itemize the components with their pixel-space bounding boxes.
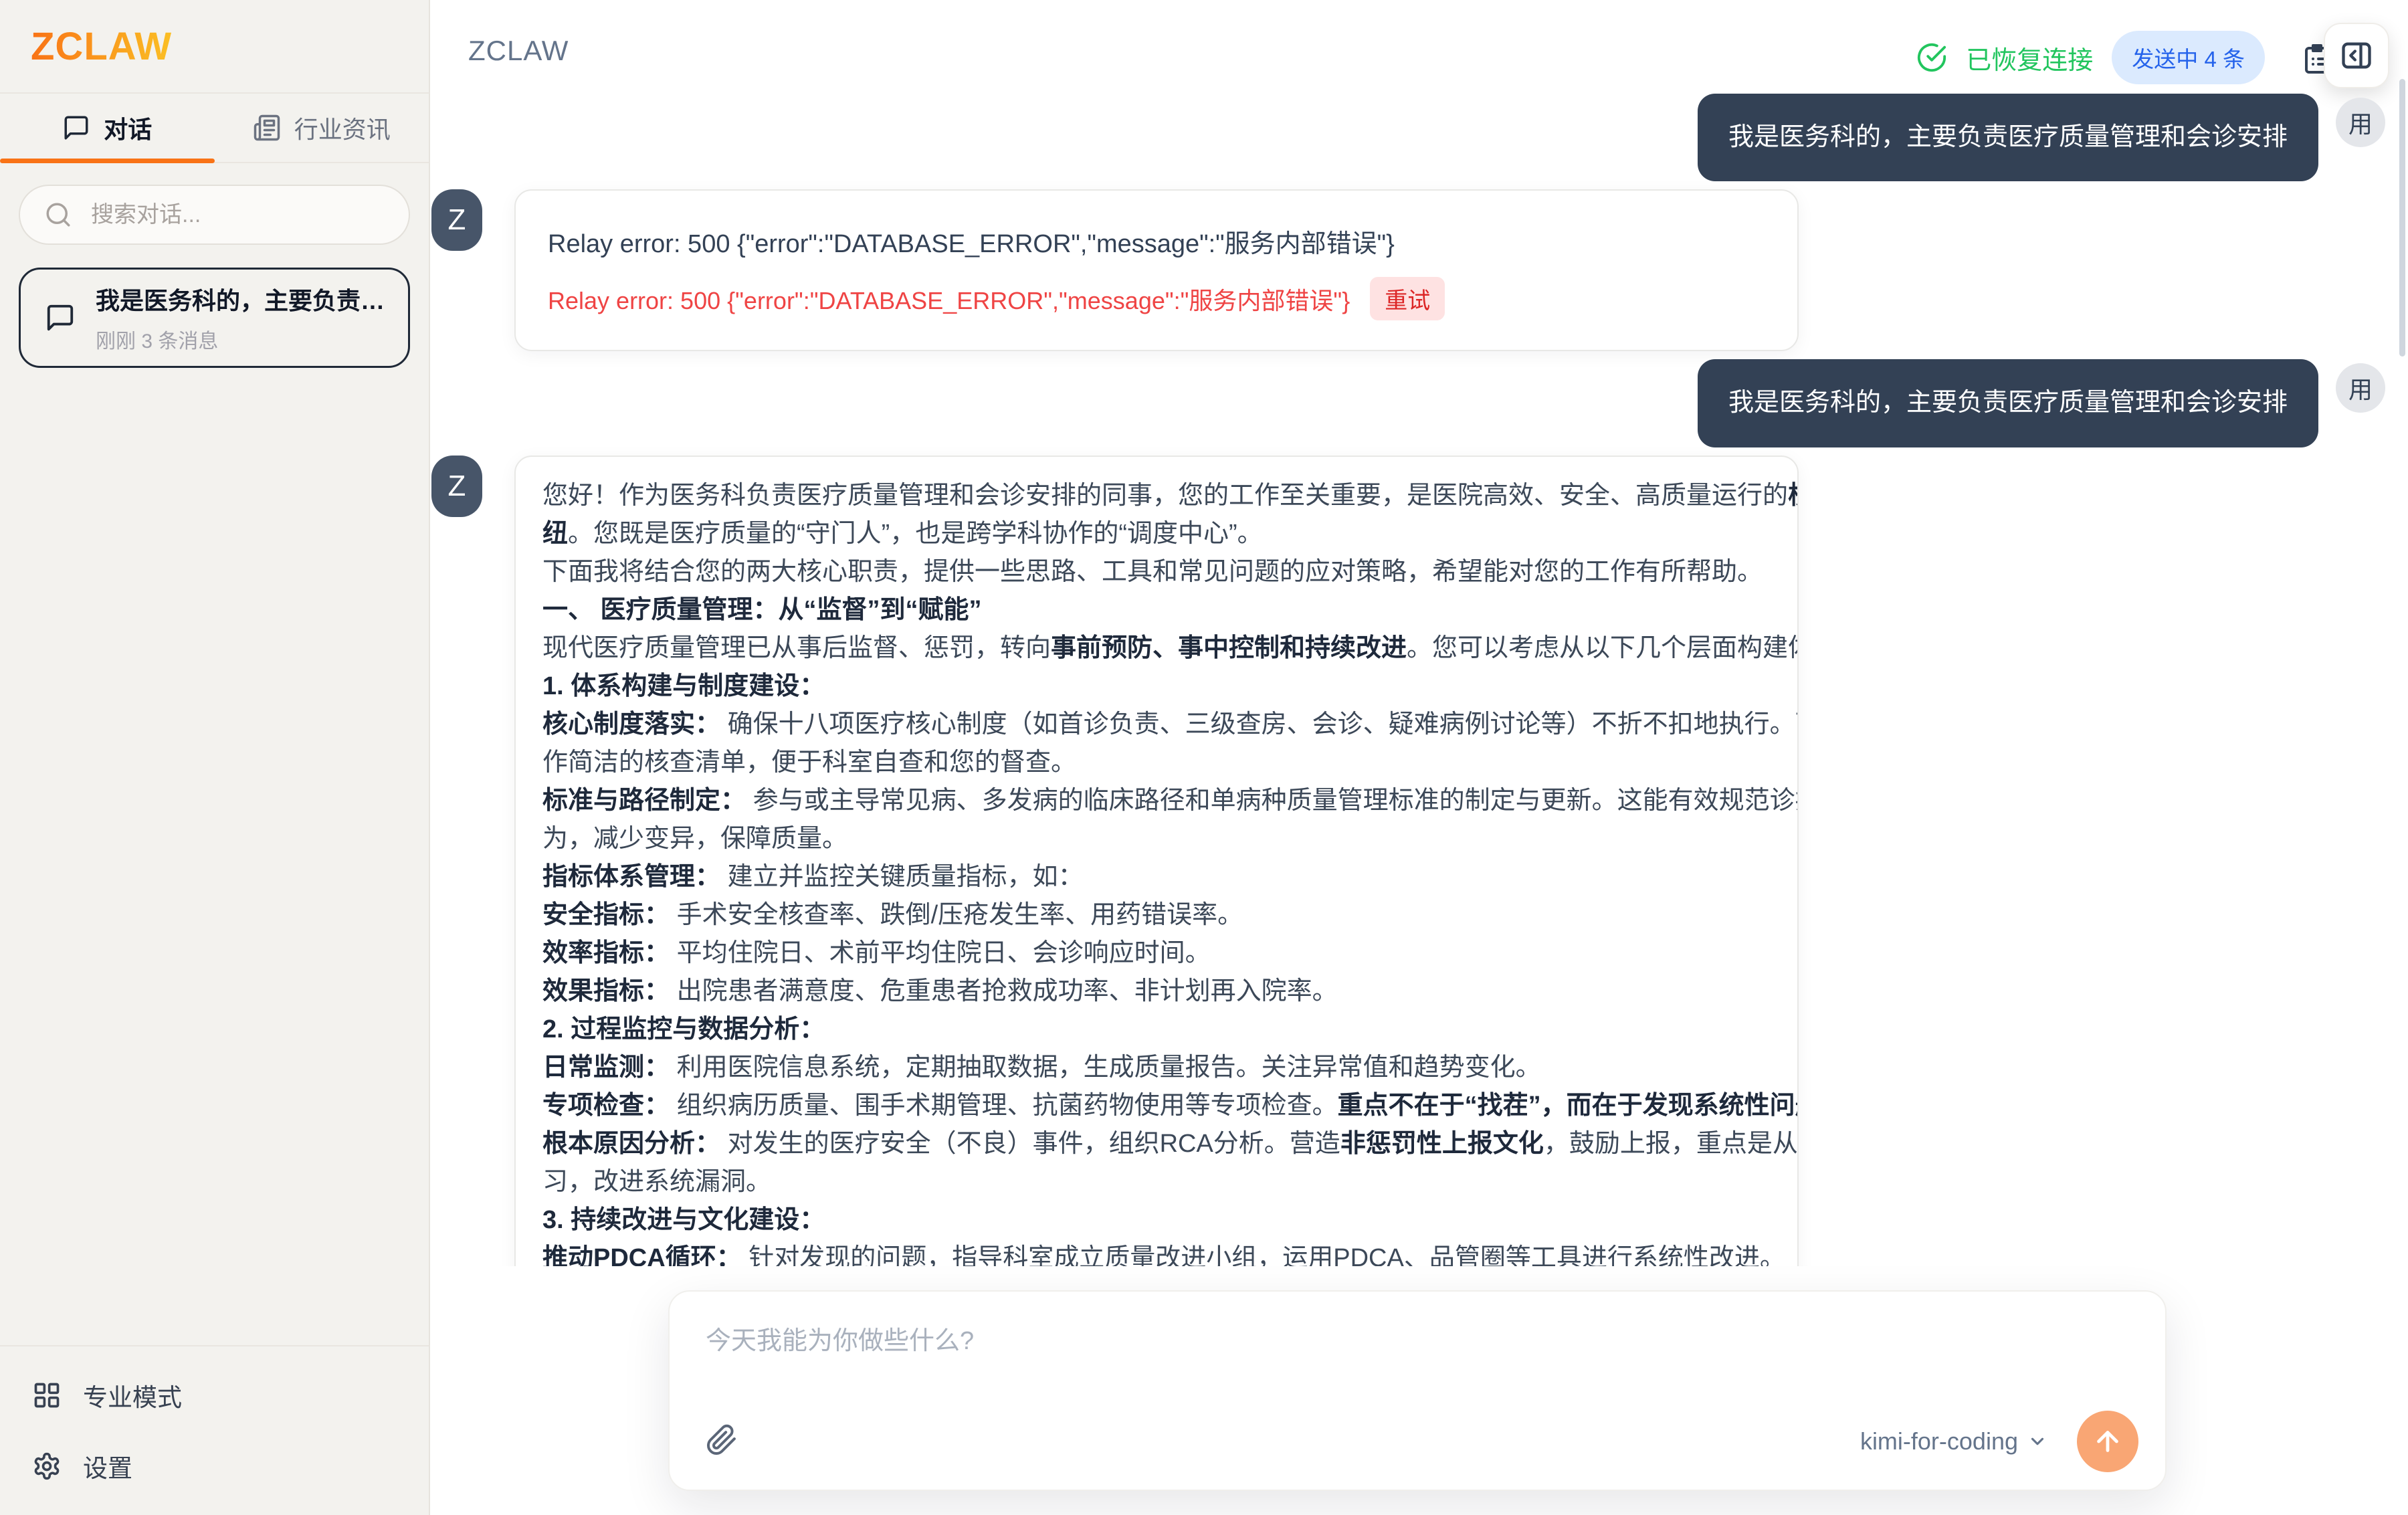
grid-icon — [32, 1381, 62, 1410]
user-message-row: 我是医务科的，主要负责医疗质量管理和会诊安排用 — [431, 359, 2408, 447]
model-selector[interactable]: kimi-for-coding — [1860, 1427, 2047, 1455]
user-message-bubble: 我是医务科的，主要负责医疗质量管理和会诊安排 — [1698, 359, 2318, 447]
message-line: 日常监测： 利用医院信息系统，定期抽取数据，生成质量报告。关注异常值和趋势变化。 — [542, 1049, 1771, 1087]
sidebar-item-settings[interactable]: 设置 — [32, 1448, 397, 1484]
search-icon — [44, 201, 72, 229]
scrollbar-thumb[interactable] — [2399, 79, 2405, 357]
chat-bubble-icon — [45, 302, 76, 333]
app-window: ZCLAW 对话 行业资讯 我是医务科的，主要负责医... 刚刚 3 条消息 — [0, 0, 2408, 1515]
user-avatar: 用 — [2336, 363, 2385, 413]
message-input[interactable] — [706, 1320, 1843, 1392]
assistant-avatar: Z — [431, 456, 482, 517]
sidebar-footer: 专业模式 设置 — [0, 1345, 429, 1515]
retry-button[interactable]: 重试 — [1370, 277, 1445, 320]
assistant-message-card: 您好！作为医务科负责医疗质量管理和会诊安排的同事，您的工作至关重要，是医院高效、… — [514, 456, 1799, 1266]
message-line: 下面我将结合您的两大核心职责，提供一些思路、工具和常见问题的应对策略，希望能对您… — [542, 553, 1771, 591]
message-line: 纽。您既是医疗质量的“守门人”，也是跨学科协作的“调度中心”。 — [542, 515, 1771, 553]
assistant-error-card: Relay error: 500 {"error":"DATABASE_ERRO… — [514, 189, 1799, 351]
conversation-list-item[interactable]: 我是医务科的，主要负责医... 刚刚 3 条消息 — [19, 268, 410, 368]
tab-conversations[interactable]: 对话 — [0, 94, 215, 162]
conversation-title: 我是医务科的，主要负责医... — [96, 282, 390, 316]
user-message-bubble: 我是医务科的，主要负责医疗质量管理和会诊安排 — [1698, 94, 2318, 181]
search-wrap — [19, 185, 410, 245]
composer: kimi-for-coding — [668, 1290, 2167, 1491]
arrow-up-icon — [2092, 1426, 2123, 1457]
message-line: 推动PDCA循环： 针对发现的问题，指导科室成立质量改进小组，运用PDCA、品管… — [542, 1239, 1771, 1266]
tab-label: 对话 — [104, 110, 152, 145]
message-line: 指标体系管理： 建立并监控关键质量指标，如： — [542, 858, 1771, 896]
message-line: 效率指标： 平均住院日、术前平均住院日、会诊响应时间。 — [542, 934, 1771, 973]
chat-bubble-icon — [62, 114, 90, 142]
assistant-message-row: Z 您好！作为医务科负责医疗质量管理和会诊安排的同事，您的工作至关重要，是医院高效… — [431, 456, 2408, 1266]
active-tab-underline — [0, 159, 215, 163]
message-line: 您好！作为医务科负责医疗质量管理和会诊安排的同事，您的工作至关重要，是医院高效、… — [542, 477, 1771, 515]
message-line: 核心制度落实： 确保十八项医疗核心制度（如首诊负责、三级查房、会诊、疑难病例讨论… — [542, 706, 1771, 744]
message-line: 3. 持续改进与文化建设： — [542, 1201, 1771, 1239]
message-line: 1. 体系构建与制度建设： — [542, 668, 1771, 706]
error-detail-row: Relay error: 500 {"error":"DATABASE_ERRO… — [548, 277, 1765, 320]
sidebar: ZCLAW 对话 行业资讯 我是医务科的，主要负责医... 刚刚 3 条消息 — [0, 0, 430, 1515]
conversation-meta: 刚刚 3 条消息 — [96, 324, 390, 354]
search-input[interactable] — [19, 185, 410, 245]
error-detail-text: Relay error: 500 {"error":"DATABASE_ERRO… — [548, 282, 1350, 316]
message-line: 标准与路径制定： 参与或主导常见病、多发病的临床路径和单病种质量管理标准的制定与… — [542, 782, 1771, 820]
assistant-avatar: Z — [431, 189, 482, 251]
tab-label: 行业资讯 — [294, 110, 391, 145]
sidebar-item-label: 专业模式 — [83, 1377, 182, 1413]
message-line: 根本原因分析： 对发生的医疗安全（不良）事件，组织RCA分析。营造非惩罚性上报文… — [542, 1125, 1771, 1163]
send-button[interactable] — [2077, 1411, 2138, 1472]
sidebar-item-pro-mode[interactable]: 专业模式 — [32, 1377, 397, 1413]
message-line: 安全指标： 手术安全核查率、跌倒/压疮发生率、用药错误率。 — [542, 896, 1771, 934]
message-line: 一、 医疗质量管理：从“监督”到“赋能” — [542, 591, 1771, 629]
message-line: 习，改进系统漏洞。 — [542, 1163, 1771, 1201]
message-line: 作简洁的核查清单，便于科室自查和您的督查。 — [542, 744, 1771, 782]
app-logo: ZCLAW — [31, 24, 172, 69]
newspaper-icon — [253, 114, 281, 142]
message-line: 为，减少变异，保障质量。 — [542, 820, 1771, 858]
message-list: 我是医务科的，主要负责医疗质量管理和会诊安排用ZRelay error: 500… — [431, 0, 2408, 1266]
user-avatar: 用 — [2336, 98, 2385, 147]
attach-file-button[interactable] — [706, 1424, 740, 1459]
chevron-down-icon — [2027, 1431, 2047, 1451]
paperclip-icon — [706, 1424, 738, 1456]
model-name: kimi-for-coding — [1860, 1427, 2018, 1455]
composer-toolbar: kimi-for-coding — [706, 1411, 2138, 1472]
user-message-row: 我是医务科的，主要负责医疗质量管理和会诊安排用 — [431, 94, 2408, 181]
sidebar-item-label: 设置 — [83, 1448, 132, 1484]
message-line: 2. 过程监控与数据分析： — [542, 1011, 1771, 1049]
message-line: 现代医疗质量管理已从事后监督、惩罚，转向事前预防、事中控制和持续改进。您可以考虑… — [542, 629, 1771, 668]
logo-block: ZCLAW — [0, 0, 429, 94]
error-message-text: Relay error: 500 {"error":"DATABASE_ERRO… — [548, 223, 1765, 260]
message-line: 专项检查： 组织病历质量、围手术期管理、抗菌药物使用等专项检查。重点不在于“找茬… — [542, 1087, 1771, 1125]
gear-icon — [32, 1451, 62, 1481]
tab-industry-news[interactable]: 行业资讯 — [215, 94, 429, 162]
message-line: 效果指标： 出院患者满意度、危重患者抢救成功率、非计划再入院率。 — [542, 973, 1771, 1011]
assistant-message-row: Z Relay error: 500 {"error":"DATABASE_ERR… — [431, 189, 2408, 351]
sidebar-tabs: 对话 行业资讯 — [0, 94, 429, 163]
